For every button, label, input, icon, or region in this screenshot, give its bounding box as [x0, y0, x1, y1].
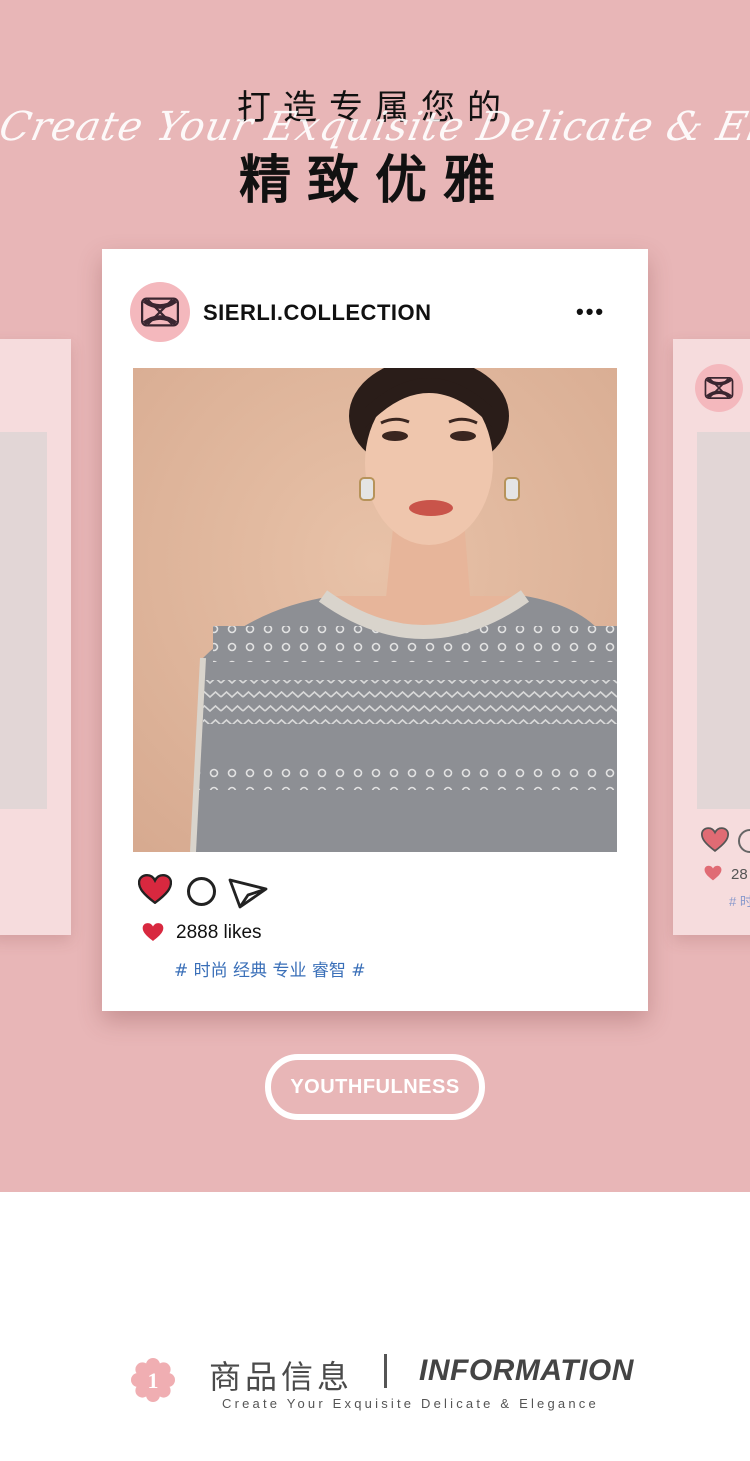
hero-title-main: 精致优雅 [238, 151, 511, 211]
post-photo-illustration [133, 368, 617, 852]
hero-section: 打造专属您的 Create Your Exquisite Delicate & … [0, 0, 750, 1192]
like-heart-icon[interactable] [138, 874, 172, 904]
side-post-image-placeholder [0, 432, 47, 809]
side-likes-text: 28 [731, 866, 748, 883]
side-post-card-left[interactable] [0, 339, 71, 935]
post-username[interactable]: SIERLI.COLLECTION [203, 300, 432, 326]
avatar[interactable] [130, 282, 190, 342]
comment-icon[interactable] [738, 829, 750, 853]
side-avatar [695, 364, 743, 412]
post-photo[interactable] [133, 368, 617, 852]
section-number: 1 [148, 1368, 159, 1393]
youthfulness-badge: YOUTHFULNESS [265, 1054, 485, 1120]
side-post-image-placeholder [697, 432, 750, 809]
brand-logo-icon [704, 377, 734, 399]
comment-icon[interactable] [187, 877, 216, 906]
section-subtitle: Create Your Exquisite Delicate & Eleganc… [222, 1396, 599, 1411]
side-post-card-right[interactable]: 28 # 时 [673, 339, 750, 935]
heart-icon[interactable] [701, 827, 729, 852]
post-hashtags[interactable]: # 时尚 经典 专业 睿智 # [174, 956, 366, 981]
section-title-cn: 商品信息 [209, 1358, 354, 1396]
side-tags[interactable]: # 时 [729, 891, 750, 910]
more-options-icon[interactable]: ••• [576, 301, 605, 323]
share-send-icon[interactable] [228, 877, 268, 909]
post-card: SIERLI.COLLECTION ••• 2888 likes # 时尚 经典… [102, 249, 648, 1011]
section-title-en: INFORMATION [419, 1354, 634, 1387]
section-divider [384, 1354, 387, 1388]
likes-heart-icon [142, 923, 164, 941]
likes-count[interactable]: 2888 likes [176, 922, 262, 944]
flower-number-icon: 1 [131, 1358, 175, 1402]
likes-heart-icon [704, 865, 722, 881]
brand-logo-icon [141, 297, 179, 327]
